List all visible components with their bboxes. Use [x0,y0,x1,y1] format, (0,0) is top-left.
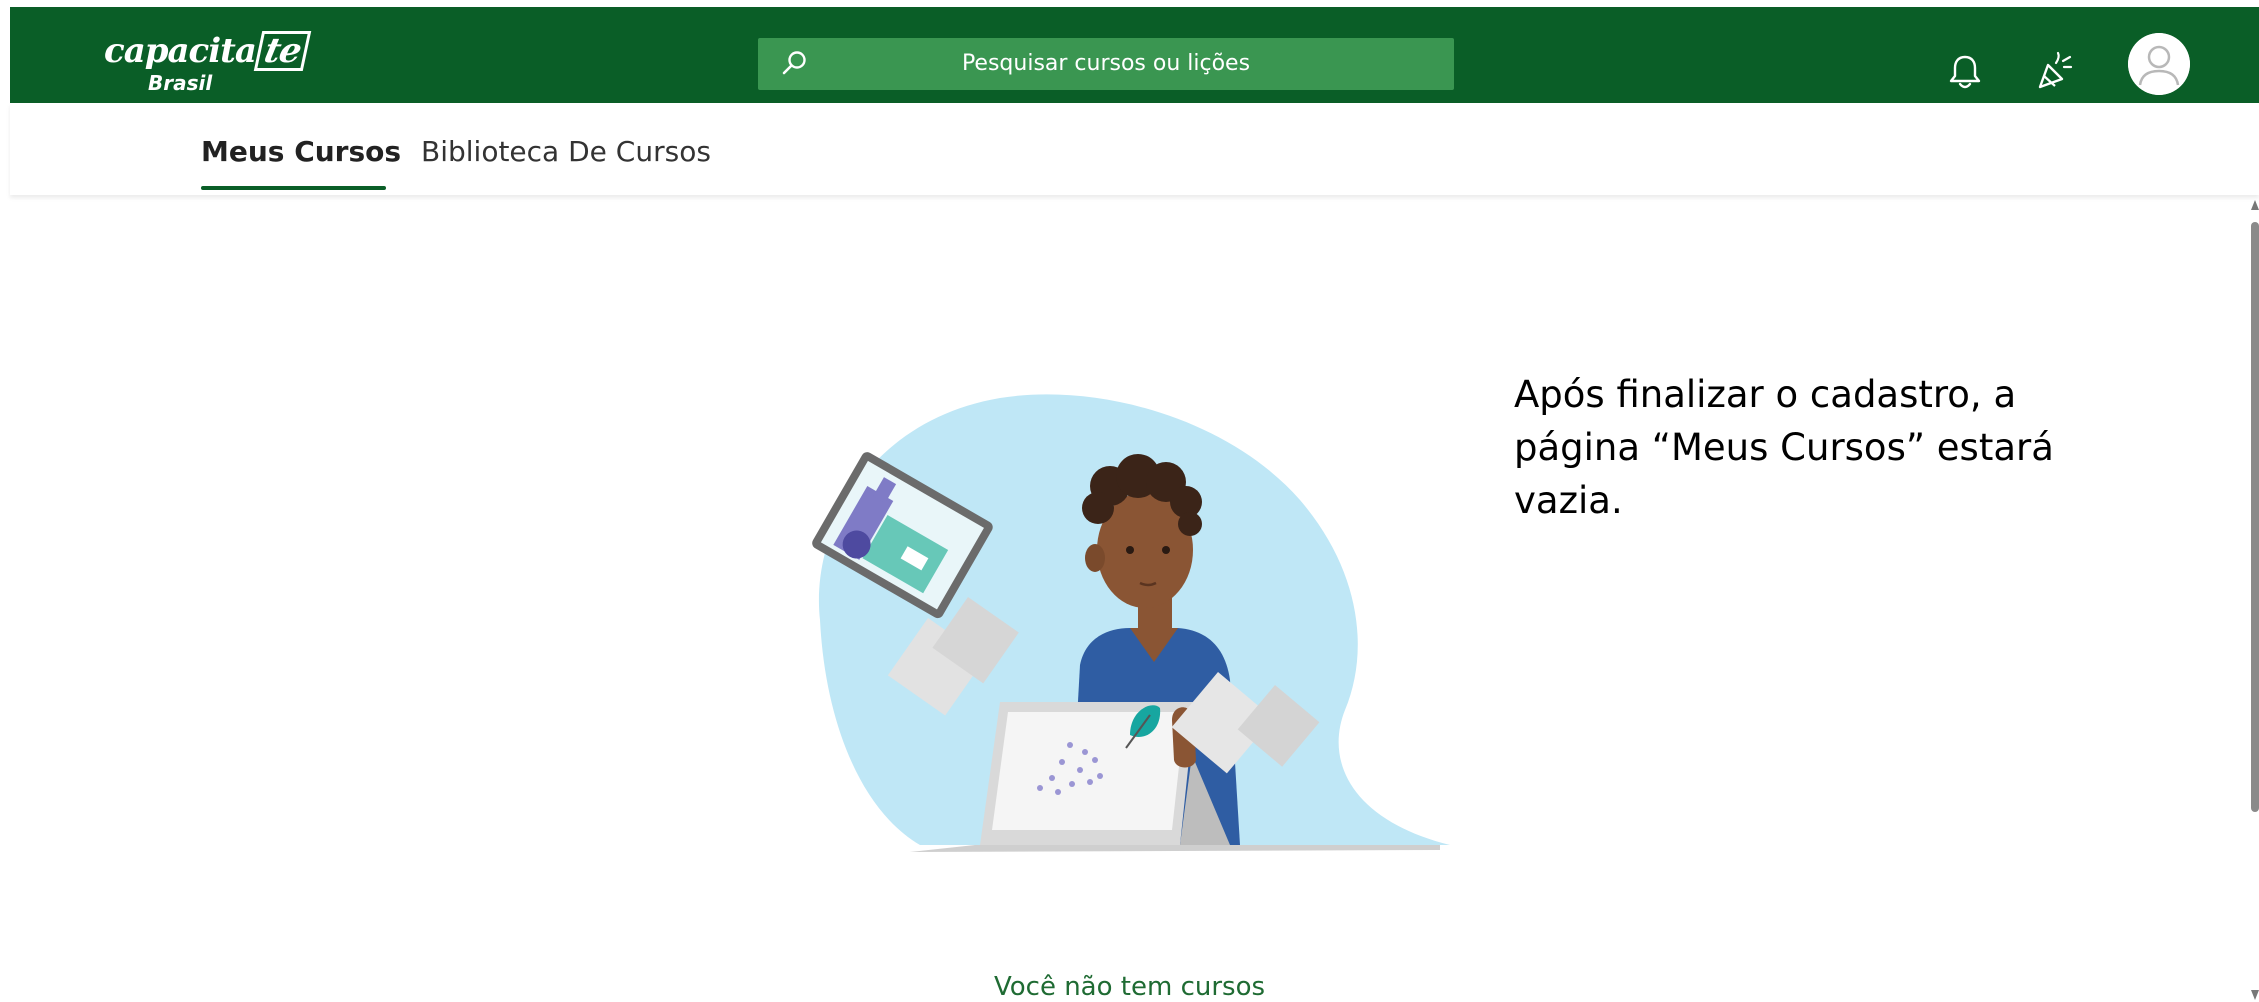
empty-courses-message: Você não tem cursos [993,972,1266,1002]
celebrate-icon[interactable] [2034,51,2074,91]
vertical-scrollbar[interactable] [2251,200,2259,1000]
tab-meus-cursos[interactable]: Meus Cursos [201,135,401,168]
top-app-bar: capacita te Brasil Pesquisar cursos ou li… [10,7,2259,103]
scroll-up-arrow-icon[interactable] [2251,200,2259,210]
course-tabs-bar: Meus Cursos Biblioteca De Cursos [10,103,2259,195]
onboarding-annotation: Após finalizar o cadastro, a página “Meu… [1514,373,2054,522]
search-input[interactable]: Pesquisar cursos ou lições [758,38,1454,90]
logo-box-text: te [253,31,312,71]
bell-icon[interactable] [1947,53,1983,91]
capacitate-brasil-logo[interactable]: capacita te Brasil [90,29,312,99]
avatar-icon [2128,33,2190,95]
active-tab-indicator [201,186,386,190]
scroll-down-arrow-icon[interactable] [2251,990,2259,1000]
search-bar[interactable]: Pesquisar cursos ou lições [758,38,1454,90]
logo-main-text: capacita [104,31,257,71]
avatar[interactable] [2128,33,2190,95]
logo-wordmark: capacita te [104,31,312,71]
logo-subtitle: Brasil [148,71,213,95]
tab-biblioteca-de-cursos[interactable]: Biblioteca De Cursos [421,135,711,168]
empty-courses-illustration [812,394,1450,852]
scrollbar-thumb[interactable] [2251,222,2259,812]
